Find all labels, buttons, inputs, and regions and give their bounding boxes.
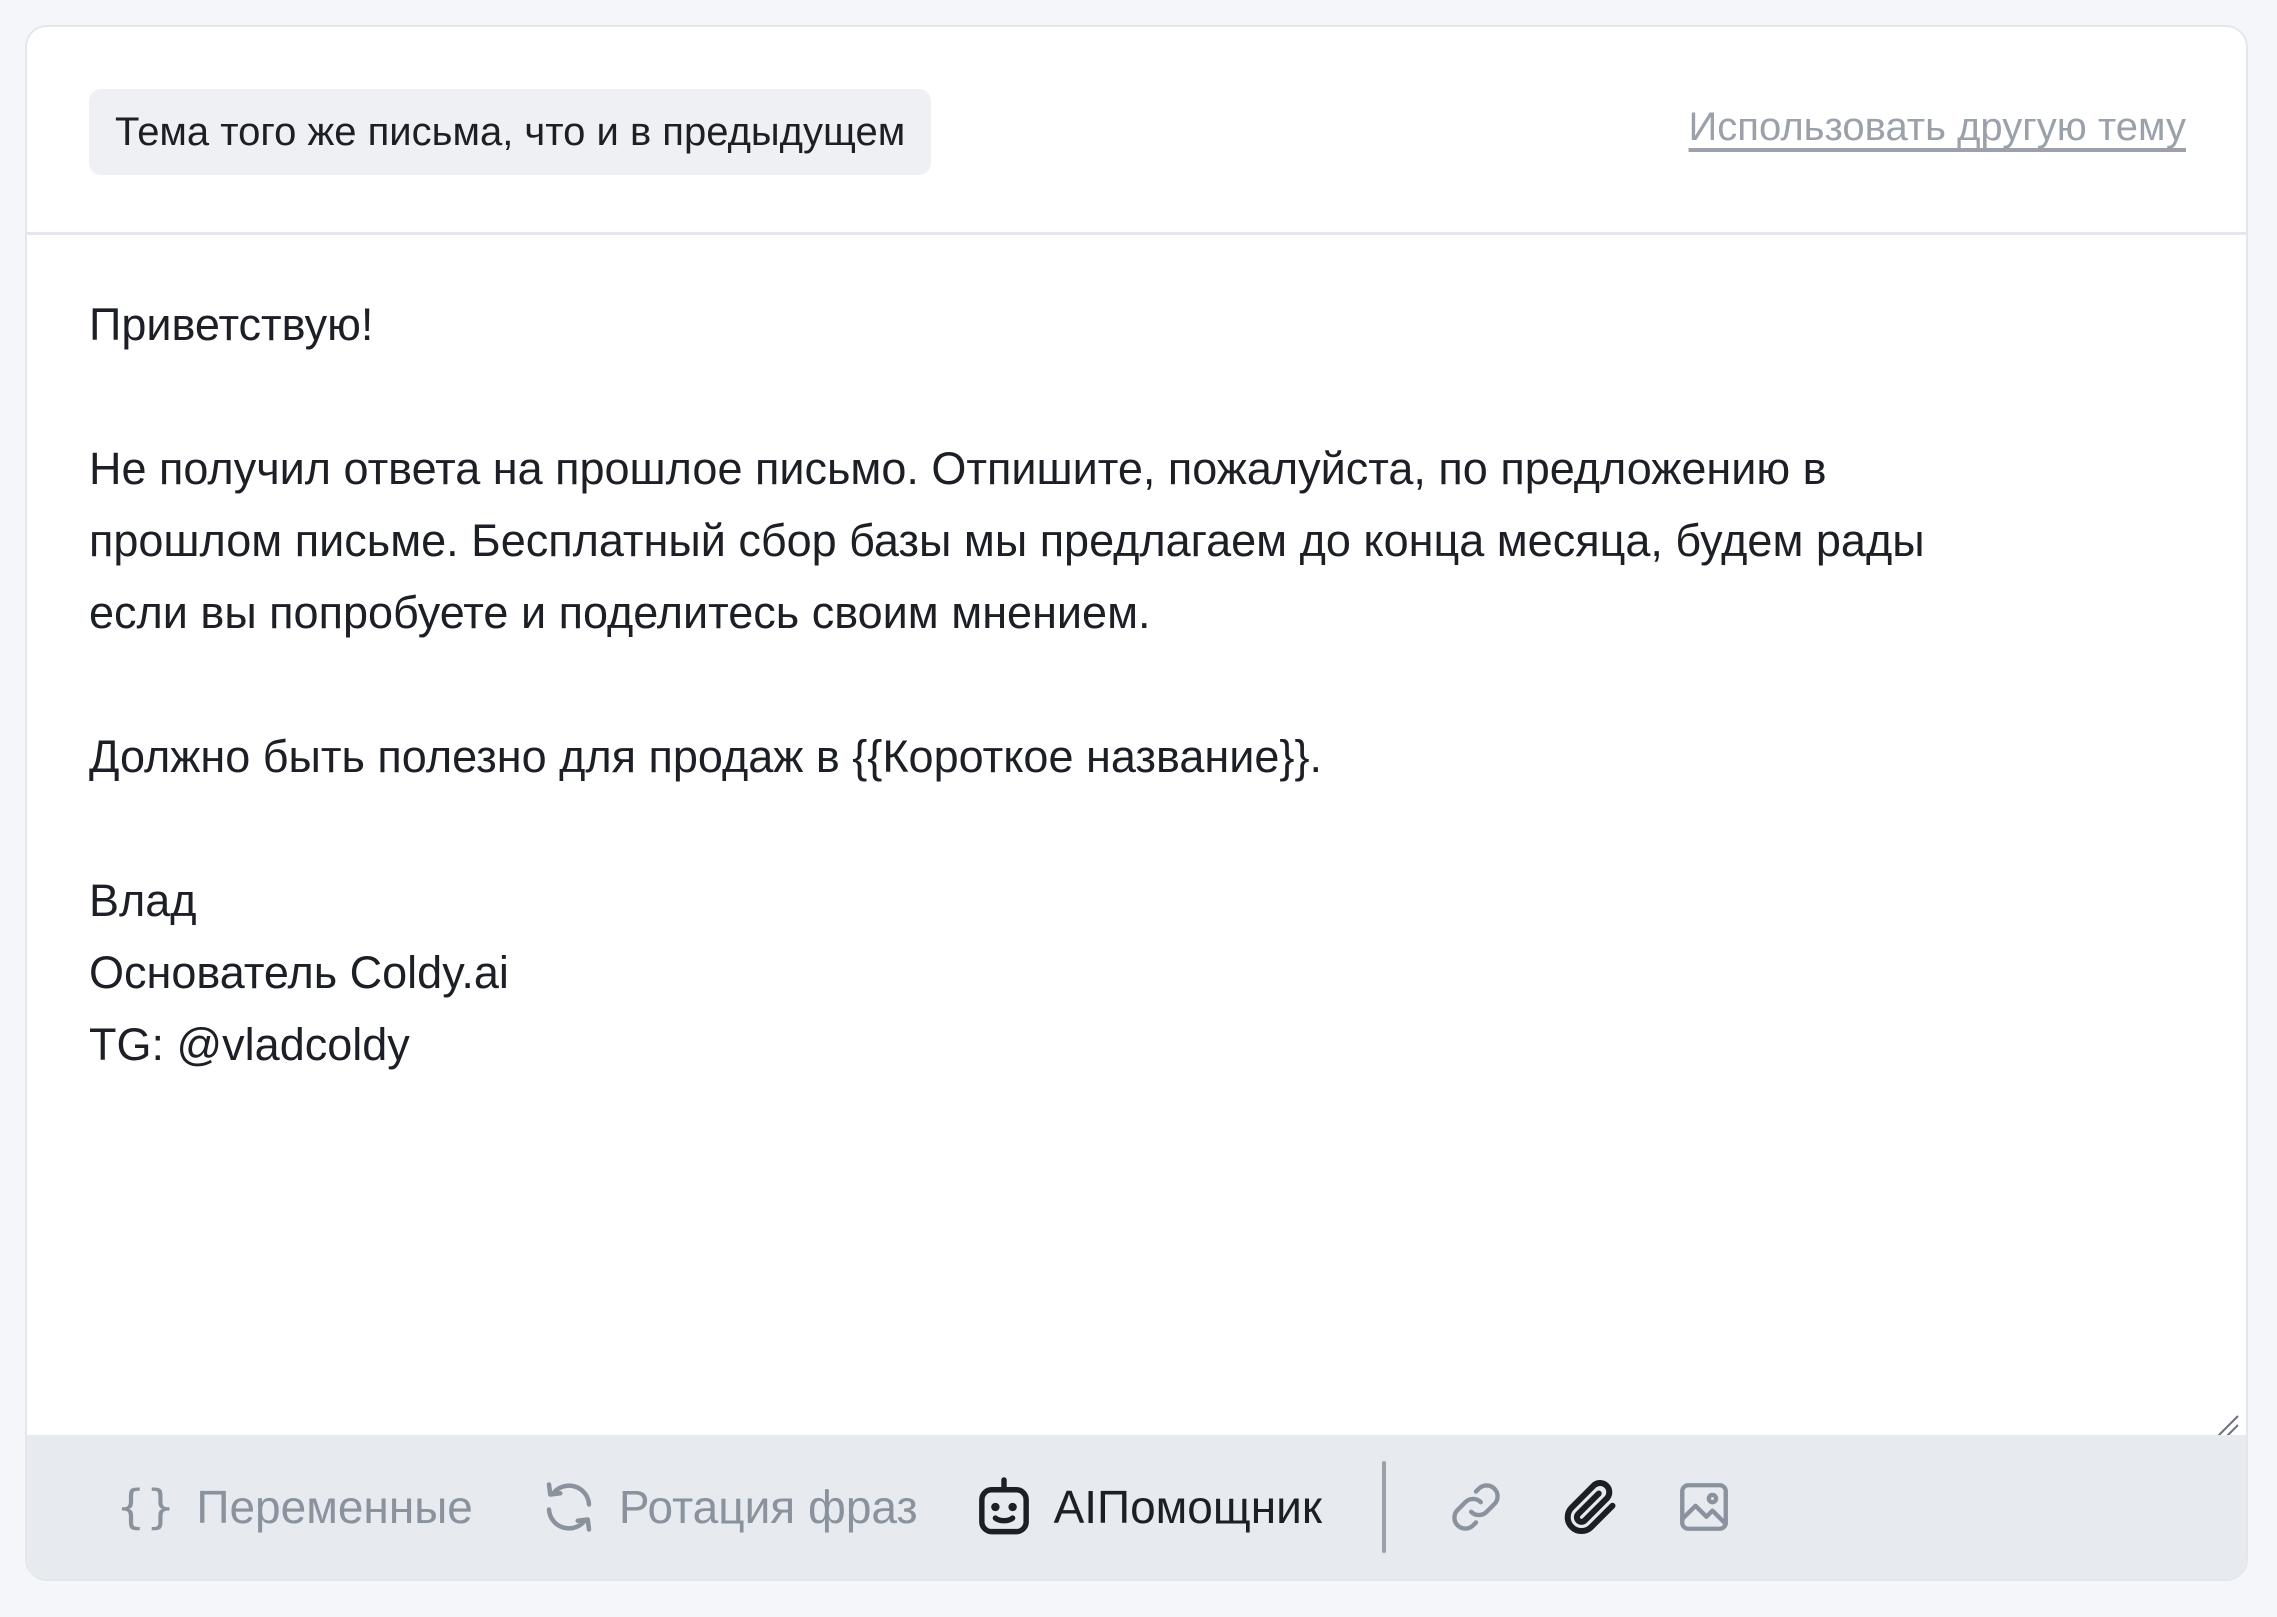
insert-link-button[interactable] (1444, 1475, 1508, 1539)
subject-pill: Тема того же письма, что и в предыдущем (89, 89, 932, 175)
toolbar-separator (1381, 1461, 1386, 1553)
variables-button[interactable]: {} Переменные (117, 1480, 473, 1534)
use-other-subject-link[interactable]: Использовать другую тему (1689, 105, 2186, 150)
link-icon (1452, 1483, 1500, 1531)
paperclip-icon (1564, 1480, 1616, 1534)
signature-contact: TG: @vladcoldy (89, 1019, 410, 1070)
robot-icon (974, 1475, 1034, 1539)
paragraph-line: прошлом письме. Бесплатный сбор базы мы … (89, 515, 1925, 566)
paragraph-line: Должно быть полезно для продаж в {{Корот… (89, 731, 1322, 782)
phrase-rotation-button[interactable]: Ротация фраз (539, 1477, 918, 1537)
attach-file-button[interactable] (1558, 1475, 1622, 1539)
paragraph-line: если вы попробуете и поделитесь своим мн… (89, 587, 1151, 638)
subject-text: Тема того же письма, что и в предыдущем (115, 109, 906, 154)
subject-bar: Тема того же письма, что и в предыдущем … (27, 27, 2246, 235)
email-body-editor[interactable]: Приветствую! Не получил ответа на прошло… (89, 289, 2179, 1081)
curly-braces-icon: {} (117, 1480, 177, 1534)
variables-label: Переменные (196, 1481, 473, 1533)
email-editor-card: Тема того же письма, что и в предыдущем … (25, 25, 2248, 1581)
editor-toolbar: {} Переменные Ротация фраз AIПомощник (27, 1435, 2246, 1579)
signature-title: Основатель Coldy.ai (89, 947, 509, 998)
paragraph-line: Не получил ответа на прошлое письмо. Отп… (89, 443, 1827, 494)
phrase-rotation-label: Ротация фраз (618, 1481, 918, 1533)
signature-name: Влад (89, 875, 197, 926)
ai-assistant-label: AIПомощник (1053, 1481, 1322, 1533)
image-icon (1680, 1483, 1728, 1531)
rotate-icon (539, 1477, 599, 1537)
insert-image-button[interactable] (1672, 1475, 1736, 1539)
ai-assistant-button[interactable]: AIПомощник (974, 1475, 1322, 1539)
greeting-line: Приветствую! (89, 299, 374, 350)
